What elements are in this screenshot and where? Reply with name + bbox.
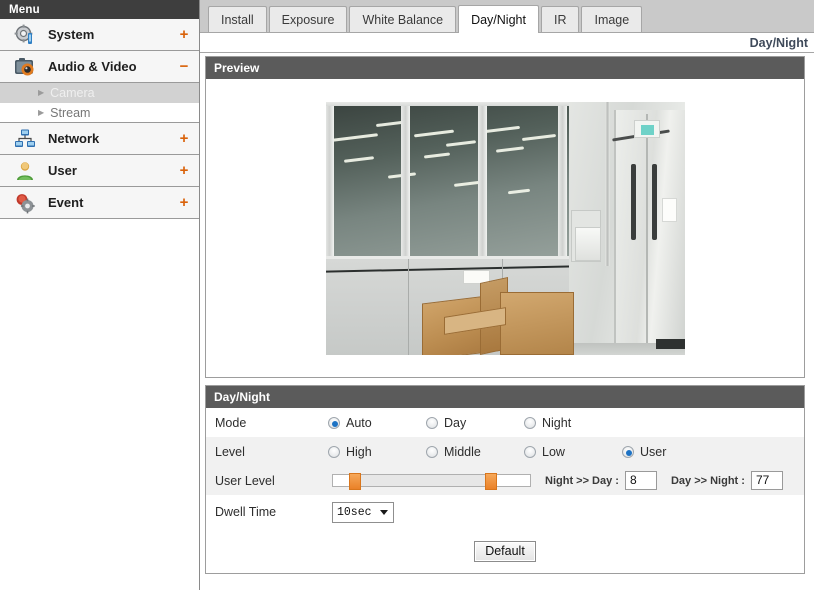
network-icon (14, 128, 36, 150)
level-label: Level (215, 444, 245, 459)
sidebar-item-label: User (48, 163, 77, 178)
radio-level-high[interactable]: High (328, 445, 418, 459)
tab-exposure[interactable]: Exposure (268, 6, 348, 32)
sidebar-item-audio-video[interactable]: Audio & Video − (0, 51, 199, 83)
row-level: Level High Middle Low User (206, 437, 804, 466)
tab-ir[interactable]: IR (540, 6, 580, 32)
radio-mode-auto[interactable]: Auto (328, 416, 418, 430)
expand-toggle-icon[interactable]: + (178, 163, 190, 178)
sidebar-subitem-label: Stream (50, 105, 91, 120)
sidebar-item-label: Network (48, 131, 100, 146)
sidebar-header: Menu (0, 0, 199, 19)
sidebar-subitem-camera[interactable]: ▶ Camera (0, 83, 199, 103)
tab-bar: Install Exposure White Balance Day/Night… (200, 0, 814, 33)
radio-indicator (622, 445, 634, 458)
sidebar-item-system[interactable]: System + (0, 19, 199, 51)
preview-body (206, 79, 804, 377)
sidebar-item-network[interactable]: Network + (0, 123, 199, 155)
preview-panel: Preview (205, 56, 805, 378)
chevron-right-icon: ▶ (38, 107, 45, 117)
sidebar-item-label: System (48, 27, 95, 42)
tab-label: Install (221, 12, 254, 27)
radio-indicator (426, 445, 438, 458)
radio-indicator (328, 416, 340, 429)
event-icon (14, 192, 36, 214)
night-to-day-label: Night >> Day : (545, 474, 619, 487)
sidebar-item-label: Event (48, 195, 84, 210)
sidebar-item-label: Audio & Video (48, 59, 137, 74)
radio-indicator (328, 445, 340, 458)
camera-icon (14, 56, 36, 78)
dwell-time-select[interactable]: 10sec (332, 501, 394, 523)
chevron-right-icon: ▶ (38, 87, 45, 97)
user-icon (14, 160, 36, 182)
tab-label: Exposure (281, 12, 335, 27)
tab-install[interactable]: Install (208, 6, 267, 32)
tab-image[interactable]: Image (581, 6, 643, 32)
chevron-down-icon (380, 510, 388, 515)
row-mode: Mode Auto Day Night (206, 408, 804, 437)
settings-panel-title: Day/Night (206, 386, 804, 408)
mode-label: Mode (215, 415, 247, 430)
radio-label: Night (542, 415, 572, 430)
radio-level-low[interactable]: Low (524, 445, 614, 459)
day-to-night-input[interactable]: 77 (750, 471, 783, 490)
breadcrumb-label: Day/Night (749, 35, 808, 50)
expand-toggle-icon[interactable]: + (178, 195, 190, 210)
system-gear-icon (14, 24, 36, 46)
settings-body: Mode Auto Day Night Level High Middle Lo… (206, 408, 804, 573)
day-to-night-label: Day >> Night : (670, 474, 745, 487)
sidebar-item-event[interactable]: Event + (0, 187, 199, 219)
night-to-day-input[interactable]: 8 (624, 471, 657, 490)
sidebar: Menu System + Audio & Video − ▶ Camera ▶… (0, 0, 200, 590)
radio-label: Middle (444, 444, 481, 459)
radio-level-middle[interactable]: Middle (426, 445, 516, 459)
collapse-toggle-icon[interactable]: − (178, 59, 190, 74)
tab-label: Image (594, 12, 630, 27)
radio-indicator (524, 416, 536, 429)
breadcrumb: Day/Night (200, 33, 814, 53)
day-night-settings-panel: Day/Night Mode Auto Day Night Level High… (205, 385, 805, 574)
tab-white-balance[interactable]: White Balance (349, 6, 457, 32)
radio-mode-day[interactable]: Day (426, 416, 516, 430)
radio-label: Low (542, 444, 565, 459)
radio-label: Day (444, 415, 467, 430)
radio-mode-night[interactable]: Night (524, 416, 614, 430)
sidebar-item-user[interactable]: User + (0, 155, 199, 187)
preview-panel-title: Preview (206, 57, 804, 79)
tab-label: IR (553, 12, 567, 27)
button-row: Default (206, 529, 804, 573)
radio-label: High (346, 444, 372, 459)
radio-label: Auto (346, 415, 372, 430)
tab-label: White Balance (362, 12, 444, 27)
default-button[interactable]: Default (474, 540, 536, 562)
tab-label: Day/Night (471, 12, 526, 27)
expand-toggle-icon[interactable]: + (178, 131, 190, 146)
tab-day-night[interactable]: Day/Night (458, 5, 539, 33)
radio-label: User (640, 444, 667, 459)
sidebar-subitem-stream[interactable]: ▶ Stream (0, 103, 199, 123)
radio-indicator (524, 445, 536, 458)
content-area: Install Exposure White Balance Day/Night… (200, 0, 814, 590)
user-level-label: User Level (215, 473, 275, 488)
row-dwell-time: Dwell Time 10sec (206, 495, 804, 529)
slider-handle-day-to-night[interactable] (485, 473, 497, 490)
dwell-time-value: 10sec (337, 505, 372, 519)
slider-handle-night-to-day[interactable] (349, 473, 361, 490)
sidebar-subitem-label: Camera (50, 85, 95, 100)
dwell-time-label: Dwell Time (215, 505, 277, 519)
expand-toggle-icon[interactable]: + (178, 27, 190, 42)
radio-indicator (426, 416, 438, 429)
user-level-range-slider[interactable] (332, 473, 531, 490)
slider-fill (355, 475, 490, 486)
camera-settings-page: Menu System + Audio & Video − ▶ Camera ▶… (0, 0, 814, 590)
camera-preview-image[interactable] (325, 101, 685, 355)
radio-level-user[interactable]: User (622, 445, 712, 459)
row-user-level: User Level Night >> Day : 8 Day >> Night… (206, 466, 804, 495)
